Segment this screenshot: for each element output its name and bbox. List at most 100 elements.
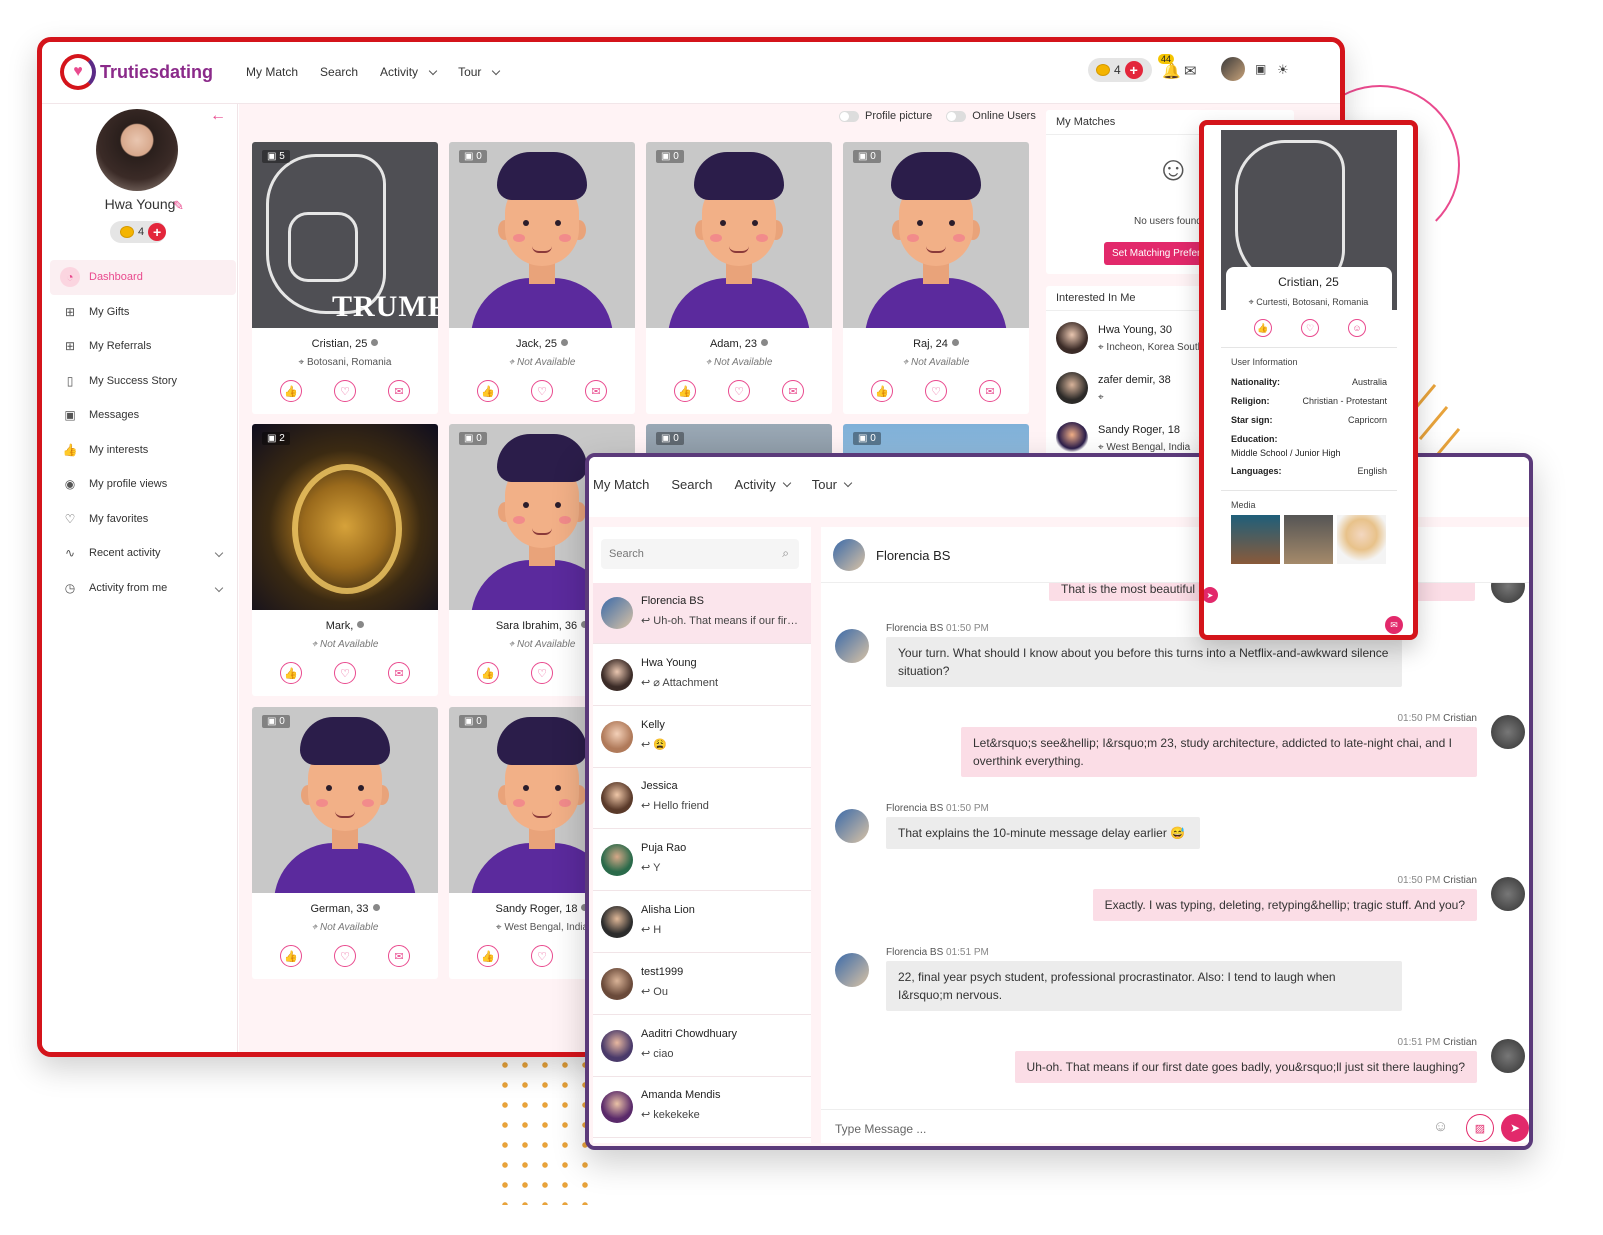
profile-card-photo[interactable]: ▣ 0	[843, 142, 1029, 328]
like-button[interactable]: 👍	[1254, 319, 1272, 337]
like-button[interactable]: 👍	[477, 380, 499, 402]
profile-card-photo[interactable]: TRUMP ▣ 5	[252, 142, 438, 328]
avatar[interactable]	[833, 539, 865, 571]
profile-button[interactable]: ☺	[1348, 319, 1366, 337]
favorite-button[interactable]: ♡	[728, 380, 750, 402]
send-button[interactable]: ➤	[1501, 1114, 1529, 1142]
profile-card[interactable]: ▣ 0 Jack, 25 ⌖ Not Available 👍 ♡ ✉	[449, 142, 635, 414]
conversation-item[interactable]: test1999 ↩ Ou	[593, 954, 811, 1015]
emoji-icon[interactable]: ☺	[1433, 1118, 1448, 1135]
profile-picture-toggle[interactable]: Profile picture	[839, 110, 932, 122]
message-button[interactable]: ✉	[979, 380, 1001, 402]
main-nav: My Match Search Activity Tour	[246, 65, 501, 79]
photo-count-badge: ▣ 0	[459, 432, 487, 445]
add-coins-button[interactable]: +	[148, 223, 166, 241]
envelope-icon[interactable]: ✉	[1184, 62, 1197, 80]
conversation-item[interactable]: Jessica ↩ Hello friend	[593, 768, 811, 830]
conversation-search-input[interactable]: Search ⌕	[601, 539, 799, 569]
like-button[interactable]: 👍	[280, 945, 302, 967]
nav-tour[interactable]: Tour	[458, 65, 501, 79]
favorite-button[interactable]: ♡	[334, 380, 356, 402]
profile-card-photo[interactable]: ▣ 0	[252, 707, 438, 893]
toggle-switch[interactable]	[839, 110, 859, 122]
favorite-button[interactable]: ♡	[925, 380, 947, 402]
conversation-item[interactable]: Hwa Young ↩ ⌀ Attachment	[593, 645, 811, 706]
sidebar-item-my-interests[interactable]: 👍 My interests	[50, 433, 236, 468]
message-button[interactable]: ✉	[782, 380, 804, 402]
sidebar-item-label: My Gifts	[89, 305, 130, 318]
nav-my-match[interactable]: My Match	[246, 65, 298, 79]
nav-search[interactable]: Search	[320, 65, 358, 79]
chat-bubble-icon[interactable]: ✉	[1385, 616, 1403, 634]
sidebar-item-profile-views[interactable]: ◉ My profile views	[50, 467, 236, 502]
sidebar-item-favorites[interactable]: ♡ My favorites	[50, 502, 236, 537]
profile-card-photo[interactable]: ▣ 2	[252, 424, 438, 610]
like-button[interactable]: 👍	[477, 662, 499, 684]
sidebar-item-label: My Success Story	[89, 374, 178, 387]
nav-my-match[interactable]: My Match	[593, 477, 649, 492]
message-button[interactable]: ✉	[388, 662, 410, 684]
conversation-item[interactable]: Amanda Mendis ↩ kekekeke	[593, 1077, 811, 1139]
sun-icon[interactable]: ☀	[1277, 62, 1289, 78]
add-coins-button[interactable]: +	[1124, 61, 1143, 79]
sidebar-item-activity-from-me[interactable]: ◷ Activity from me	[50, 571, 236, 606]
avatar-eye	[326, 785, 332, 791]
info-value: Australia	[1351, 377, 1387, 387]
profile-card-photo[interactable]: ▣ 0	[646, 142, 832, 328]
uk-flag-icon[interactable]: ▣	[1255, 62, 1266, 76]
logo[interactable]: ♥ Trutiesdating	[60, 54, 213, 90]
sidebar-item-my-gifts[interactable]: ⊞ My Gifts	[50, 295, 236, 330]
sidebar-item-messages[interactable]: ▣ Messages	[50, 398, 236, 433]
map-pin-icon: ⌖	[311, 639, 318, 650]
like-button[interactable]: 👍	[674, 380, 696, 402]
message-input[interactable]: Type Message ...	[835, 1122, 926, 1136]
sidebar-item-dashboard[interactable]: ◔ Dashboard	[50, 260, 236, 295]
edit-icon[interactable]: ✎	[173, 198, 184, 214]
profile-card[interactable]: TRUMP ▣ 5 Cristian, 25 ⌖ Botosani, Romania 👍…	[252, 142, 438, 414]
toggle-switch[interactable]	[946, 110, 967, 122]
profile-card[interactable]: ▣ 0 Adam, 23 ⌖ Not Available 👍 ♡ ✉	[646, 142, 832, 414]
profile-card-photo[interactable]: ▣ 0	[449, 142, 635, 328]
message-button[interactable]: ✉	[388, 380, 410, 402]
profile-card[interactable]: ▣ 0 Raj, 24 ⌖ Not Available 👍 ♡ ✉	[843, 142, 1029, 414]
like-button[interactable]: 👍	[280, 662, 302, 684]
sidebar-item-my-referrals[interactable]: ⊞ My Referrals	[50, 329, 236, 364]
bell-icon[interactable]: 🔔	[1162, 62, 1181, 80]
profile-card[interactable]: ▣ 0 German, 33 ⌖ Not Available 👍 ♡ ✉	[252, 707, 438, 979]
favorite-button[interactable]: ♡	[531, 945, 553, 967]
favorite-button[interactable]: ♡	[531, 662, 553, 684]
profile-card-location: ⌖ Not Available	[252, 922, 438, 933]
sidebar-item-success-story[interactable]: ▯ My Success Story	[50, 364, 236, 399]
favorite-button[interactable]: ♡	[334, 662, 356, 684]
media-thumbnail[interactable]	[1337, 515, 1386, 564]
conversation-item[interactable]: Florencia BS ↩ Uh-oh. That means if our f…	[593, 583, 811, 644]
arrow-left-icon[interactable]: ←	[210, 107, 226, 125]
media-thumbnail[interactable]	[1231, 515, 1280, 564]
message-button[interactable]: ✉	[585, 380, 607, 402]
nav-tour[interactable]: Tour	[812, 477, 853, 492]
image-upload-button[interactable]: ▨	[1466, 1114, 1494, 1142]
favorite-button[interactable]: ♡	[1301, 319, 1319, 337]
coin-balance[interactable]: 4 +	[1088, 58, 1152, 82]
message-button[interactable]: ✉	[388, 945, 410, 967]
conversation-item[interactable]: Kelly ↩ 😩	[593, 707, 811, 768]
like-button[interactable]: 👍	[477, 945, 499, 967]
profile-photo[interactable]	[96, 109, 178, 191]
like-button[interactable]: 👍	[871, 380, 893, 402]
nav-activity[interactable]: Activity	[735, 477, 791, 492]
sidebar-item-recent-activity[interactable]: ∿ Recent activity	[50, 536, 236, 571]
favorite-button[interactable]: ♡	[334, 945, 356, 967]
like-button[interactable]: 👍	[280, 380, 302, 402]
favorite-button[interactable]: ♡	[531, 380, 553, 402]
conversation-item[interactable]: Alisha Lion ↩ H	[593, 892, 811, 953]
sidebar-coin-balance[interactable]: 4 +	[110, 221, 166, 243]
online-users-toggle[interactable]: Online Users	[946, 110, 1036, 122]
send-icon[interactable]: ➤	[1204, 587, 1218, 603]
user-avatar[interactable]	[1221, 57, 1245, 81]
conversation-item[interactable]: Puja Rao ↩ Y	[593, 830, 811, 892]
nav-search[interactable]: Search	[671, 477, 712, 492]
nav-activity[interactable]: Activity	[380, 65, 438, 79]
media-thumbnail[interactable]	[1284, 515, 1333, 564]
conversation-item[interactable]: Aaditri Chowdhuary ↩ ciao	[593, 1016, 811, 1077]
profile-card[interactable]: ▣ 2 Mark, ⌖ Not Available 👍 ♡ ✉	[252, 424, 438, 696]
